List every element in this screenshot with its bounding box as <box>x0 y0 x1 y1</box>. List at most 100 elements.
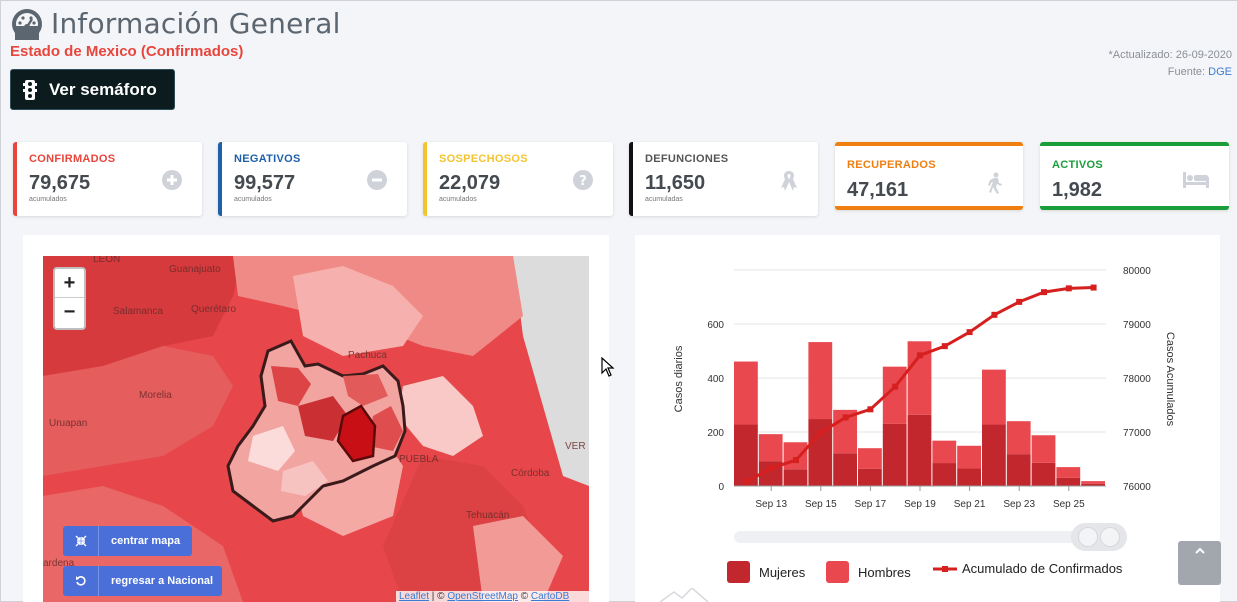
bar <box>1056 477 1081 486</box>
bar <box>1031 435 1056 463</box>
map-zoom-control: + − <box>53 267 86 330</box>
x-tick-label: Sep 13 <box>755 499 787 510</box>
cases-chart: 76000 77000 78000 79000 80000 0 200 400 600 Sep 1… <box>673 266 1176 510</box>
bar <box>858 468 882 486</box>
source-link[interactable]: DGE <box>1208 66 1232 78</box>
map-label: Tehuacán <box>466 510 509 521</box>
osm-link[interactable]: OpenStreetMap <box>447 591 518 602</box>
page-title: Información General <box>51 7 341 40</box>
traffic-light-icon <box>23 79 37 100</box>
centrar-mapa-button[interactable]: centrar mapa <box>63 526 192 556</box>
y2-tick-label: 77000 <box>1123 428 1151 439</box>
bar <box>932 463 957 486</box>
plus-circle-icon <box>162 170 182 190</box>
card-value: 99,577 <box>234 172 296 194</box>
page-header: Información General <box>11 7 341 40</box>
svg-text:?: ? <box>579 174 587 189</box>
scroll-to-top-button[interactable] <box>1178 541 1221 585</box>
x-tick-label: Sep 15 <box>805 499 837 510</box>
chart-range-handle[interactable] <box>1071 523 1127 551</box>
card-recuperados: RECUPERADOS 47,161 <box>835 142 1023 210</box>
y-axis-title: Casos diarios <box>673 345 685 412</box>
map-label: Pachuca <box>348 350 387 361</box>
bar <box>1006 454 1031 486</box>
line-point <box>817 429 824 436</box>
legend-label: Hombres <box>858 564 911 580</box>
zoom-in-button[interactable]: + <box>55 269 84 298</box>
legend-acumulado[interactable]: Acumulado de Confirmados <box>933 561 1122 576</box>
legend-hombres[interactable]: Hombres <box>826 561 911 583</box>
card-confirmados: CONFIRMADOS 79,675 acumulados <box>13 142 202 216</box>
y-tick-label: 0 <box>718 482 724 493</box>
y-tick-label: 200 <box>707 428 724 439</box>
bar <box>882 423 907 486</box>
chevron-up-icon <box>1194 547 1205 554</box>
ribbon-icon <box>781 171 797 191</box>
map-label: Córdoba <box>511 468 550 479</box>
ver-semaforo-label: Ver semáforo <box>49 79 157 99</box>
compress-icon <box>63 526 99 556</box>
bar <box>932 440 957 464</box>
y2-axis-title: Casos Acumulados <box>1164 332 1176 427</box>
carto-link[interactable]: CartoDB <box>531 591 569 602</box>
update-info: *Actualizado: 26-09-2020 Fuente: DGE <box>1108 47 1232 81</box>
regresar-nacional-button[interactable]: regresar a Nacional <box>63 566 222 596</box>
card-label: DEFUNCIONES <box>645 153 729 165</box>
ver-semaforo-button[interactable]: Ver semáforo <box>10 69 175 110</box>
bar <box>833 453 857 486</box>
x-tick-label: Sep 25 <box>1053 499 1085 510</box>
card-defunciones: DEFUNCIONES 11,650 acumuladas <box>629 142 818 216</box>
y-tick-label: 400 <box>707 374 724 385</box>
card-value: 1,982 <box>1052 179 1103 201</box>
leaflet-link[interactable]: Leaflet <box>399 591 429 602</box>
page-subtitle: Estado de Mexico (Confirmados) <box>10 43 244 60</box>
attrib-sep: © <box>517 591 531 602</box>
card-label: SOSPECHOSOS <box>439 153 528 165</box>
x-tick-label: Sep 17 <box>855 499 887 510</box>
bar <box>783 442 808 470</box>
mouse-cursor-icon <box>601 357 615 377</box>
line-point <box>991 311 998 318</box>
y2-tick-label: 80000 <box>1123 266 1151 277</box>
line-point <box>1041 289 1047 296</box>
y2-tick-label: 76000 <box>1123 482 1151 493</box>
range-handle-right[interactable] <box>1100 527 1120 547</box>
range-handle-left[interactable] <box>1078 527 1098 547</box>
question-circle-icon: ? <box>573 170 593 190</box>
map-label: Querétaro <box>191 304 236 315</box>
map-attribution: Leaflet | © OpenStreetMap © CartoDB <box>396 591 589 602</box>
card-note: acumuladas <box>645 196 683 203</box>
bar <box>783 469 808 486</box>
dashboard-gauge-icon <box>12 8 42 40</box>
zoom-out-button[interactable]: − <box>55 298 84 327</box>
card-value: 47,161 <box>847 179 909 201</box>
legend-label: Mujeres <box>759 564 806 580</box>
card-value: 79,675 <box>29 172 91 194</box>
centrar-mapa-label: centrar mapa <box>111 535 181 547</box>
line-point <box>966 329 973 336</box>
card-note: acumulados <box>234 196 272 203</box>
bar <box>1056 467 1081 478</box>
map-label: Uruapan <box>49 418 87 429</box>
bar <box>907 414 932 486</box>
bar <box>734 361 758 425</box>
map-label: PUEBLA <box>399 454 439 465</box>
legend-mujeres[interactable]: Mujeres <box>727 561 805 583</box>
card-label: RECUPERADOS <box>847 159 936 171</box>
card-negativos: NEGATIVOS 99,577 acumulados <box>218 142 407 216</box>
line-point <box>892 383 899 390</box>
chart-range-track[interactable] <box>734 531 1126 543</box>
walking-icon <box>988 172 1002 194</box>
source-line: Fuente: DGE <box>1108 64 1232 81</box>
map-label: Guanajuato <box>169 264 221 275</box>
legend-line-swatch <box>933 565 957 572</box>
line-point <box>1016 298 1023 305</box>
bar <box>957 445 981 469</box>
line-point <box>867 406 874 413</box>
map-label: Salamanca <box>113 306 163 317</box>
bar <box>758 434 783 462</box>
line-point <box>793 457 799 464</box>
y2-tick-label: 78000 <box>1123 374 1151 385</box>
x-tick-label: Sep 23 <box>1003 499 1035 510</box>
card-note: acumulados <box>29 196 67 203</box>
